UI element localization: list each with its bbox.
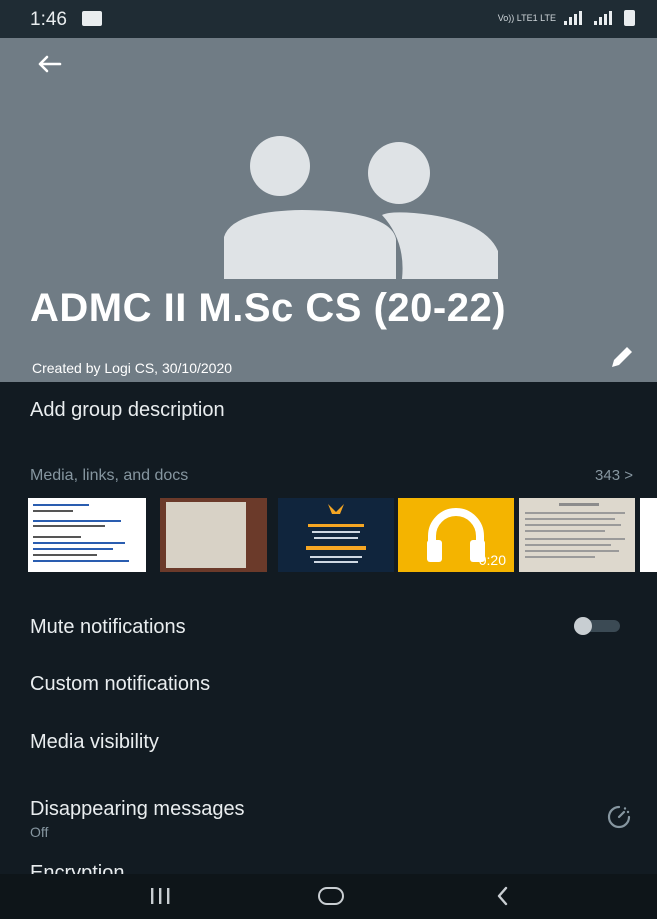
encryption-label[interactable]: Encryption bbox=[30, 862, 125, 874]
back-arrow-icon[interactable] bbox=[36, 54, 62, 74]
disappearing-messages-value: Off bbox=[30, 824, 49, 840]
media-section-title[interactable]: Media, links, and docs bbox=[30, 467, 188, 485]
timer-icon bbox=[607, 805, 631, 829]
battery-icon bbox=[624, 10, 635, 26]
group-name: ADMC II M.Sc CS (20-22) bbox=[30, 286, 507, 330]
signal-icon bbox=[564, 11, 586, 25]
signal-icon-2 bbox=[594, 11, 616, 25]
mute-notifications-label[interactable]: Mute notifications bbox=[30, 616, 186, 639]
media-thumbnail-photo[interactable] bbox=[160, 498, 267, 572]
add-description-label: Add group description bbox=[30, 399, 225, 421]
media-section: Media, links, and docs 343 > 0:20 bbox=[0, 452, 657, 578]
media-thumbnail-document[interactable] bbox=[28, 498, 146, 572]
mute-notifications-toggle[interactable] bbox=[574, 617, 622, 635]
status-bar: 1:46 Vo)) LTE1 LTE bbox=[0, 0, 657, 38]
media-thumbnail-partial[interactable] bbox=[640, 498, 657, 572]
group-avatar-icon[interactable] bbox=[222, 133, 498, 283]
system-navigation-bar bbox=[0, 874, 657, 919]
network-type-label: Vo)) LTE1 LTE bbox=[497, 13, 556, 23]
media-thumbnail-poster[interactable] bbox=[278, 498, 394, 572]
edit-pencil-icon[interactable] bbox=[608, 343, 636, 371]
group-header: ADMC II M.Sc CS (20-22) Created by Logi … bbox=[0, 38, 657, 382]
status-time: 1:46 bbox=[30, 9, 67, 30]
custom-notifications-item[interactable]: Custom notifications bbox=[30, 673, 210, 696]
home-icon[interactable] bbox=[318, 887, 344, 905]
status-icons: Vo)) LTE1 LTE bbox=[498, 10, 635, 26]
gallery-notification-icon bbox=[82, 11, 102, 26]
media-count[interactable]: 343 > bbox=[595, 467, 633, 484]
media-thumbnail-audio[interactable]: 0:20 bbox=[398, 498, 514, 572]
disappearing-messages-section[interactable]: Disappearing messages Off Encryption bbox=[0, 784, 657, 874]
back-icon[interactable] bbox=[494, 885, 510, 907]
disappearing-messages-label: Disappearing messages bbox=[30, 798, 245, 820]
media-visibility-item[interactable]: Media visibility bbox=[30, 731, 159, 754]
add-description-row[interactable]: Add group description bbox=[0, 382, 657, 438]
audio-duration: 0:20 bbox=[478, 552, 506, 568]
media-thumbnail-photo-2[interactable] bbox=[519, 498, 635, 572]
group-created-by: Created by Logi CS, 30/10/2020 bbox=[32, 360, 233, 376]
notification-settings-section: Mute notifications Custom notifications … bbox=[0, 592, 657, 768]
recent-apps-icon[interactable] bbox=[147, 887, 173, 905]
